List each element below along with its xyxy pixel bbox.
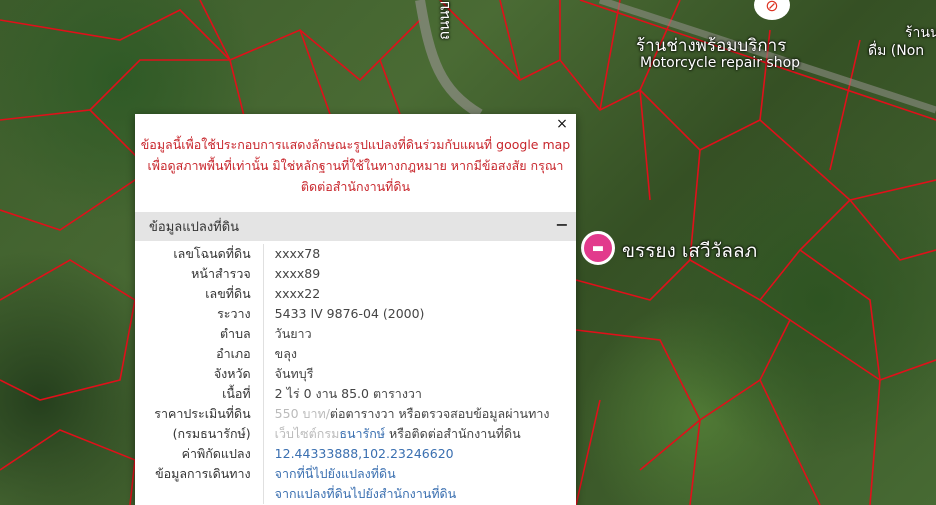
row-value: 550 บาท/ต่อตารางวา หรือตรวจสอบข้อมูลผ่าน… [262,404,576,424]
detail-row: จังหวัด จันทบุรี [135,364,576,384]
row-value: วันยาว [262,324,576,344]
road-label: ถนนบางคล้า [432,0,456,40]
treasury-link-faded[interactable]: เว็บไซต์กรม [275,426,340,441]
row-label: ราคาประเมินที่ดิน [154,406,251,421]
treasury-link-text[interactable]: ธนารักษ์ [339,426,385,441]
row-label: (กรมธนารักษ์) [172,426,251,441]
row-label: เนื้อที่ [222,386,251,401]
row-value: เว็บไซต์กรมธนารักษ์ หรือติดต่อสำนักงานที… [262,424,576,444]
detail-row: เนื้อที่ 2 ไร่ 0 งาน 85.0 ตารางวา [135,384,576,404]
row-value: จากแปลงที่ดินไปยังสำนักงานที่ดิน [262,484,576,504]
row-label: หน้าสำรวจ [191,266,251,281]
treasury-row: (กรมธนารักษ์) เว็บไซต์กรมธนารักษ์ หรือติ… [135,424,576,444]
row-value: xxxx78 [262,244,576,264]
coords-link[interactable]: 12.44333888,102.23246620 [275,446,454,461]
treasury-suffix: หรือติดต่อสำนักงานที่ดิน [385,426,521,441]
place-label[interactable]: ขรรยง เสวีวัลลภ [622,236,757,266]
detail-row: หน้าสำรวจ xxxx89 [135,264,576,284]
parcel-info-panel: × ข้อมูลนี้เพื่อใช้ประกอบการแสดงลักษณะรู… [135,114,576,505]
detail-row: เลขโฉนดที่ดิน xxxx78 [135,244,576,264]
row-label: เลขที่ดิน [205,286,251,301]
corner-label-english[interactable]: ดื่ม (Non [868,40,924,62]
row-label: ตำบล [219,326,251,341]
row-value: จากที่นี่ไปยังแปลงที่ดิน [262,464,576,484]
disclaimer-notice: ข้อมูลนี้เพื่อใช้ประกอบการแสดงลักษณะรูปแ… [140,137,571,194]
detail-row: เลขที่ดิน xxxx22 [135,284,576,304]
travel-row-2: จากแปลงที่ดินไปยังสำนักงานที่ดิน [135,484,576,504]
directions-to-parcel-link[interactable]: จากที่นี่ไปยังแปลงที่ดิน [275,466,396,481]
row-label-empty [135,484,263,504]
directions-to-office-link[interactable]: จากแปลงที่ดินไปยังสำนักงานที่ดิน [275,486,457,501]
detail-row: อำเภอ ขลุง [135,344,576,364]
price-value: ต่อตารางวา หรือตรวจสอบข้อมูลผ่านทาง [329,406,550,421]
close-icon[interactable]: × [554,115,570,133]
price-row: ราคาประเมินที่ดิน 550 บาท/ต่อตารางวา หรื… [135,404,576,424]
section-header[interactable]: ข้อมูลแปลงที่ดิน − [135,212,576,241]
detail-row: ระวาง 5433 IV 9876-04 (2000) [135,304,576,324]
detail-row: ตำบล วันยาว [135,324,576,344]
price-value-faded: 550 บาท/ [274,406,330,421]
travel-row: ข้อมูลการเดินทาง จากที่นี่ไปยังแปลงที่ดิ… [135,464,576,484]
row-value: จันทบุรี [262,364,576,384]
collapse-icon[interactable]: − [554,215,570,235]
section-title: ข้อมูลแปลงที่ดิน [149,220,240,235]
bed-icon[interactable]: ▬ [581,231,615,265]
coords-row: ค่าพิกัดแปลง 12.44333888,102.23246620 [135,444,576,464]
row-label: เลขโฉนดที่ดิน [173,246,251,261]
row-label: จังหวัด [213,366,251,381]
row-label: ค่าพิกัดแปลง [181,446,251,461]
row-value: 5433 IV 9876-04 (2000) [262,304,576,324]
treasury-link[interactable]: เว็บไซต์กรมธนารักษ์ [275,426,385,441]
row-label: อำเภอ [216,346,251,361]
row-label: ข้อมูลการเดินทาง [155,466,251,481]
row-value: xxxx89 [262,264,576,284]
row-value: ขลุง [262,344,576,364]
row-label: ระวาง [217,306,251,321]
row-value: 2 ไร่ 0 งาน 85.0 ตารางวา [262,384,576,404]
row-value: 12.44333888,102.23246620 [262,444,576,464]
parcel-details: เลขโฉนดที่ดิน xxxx78 หน้าสำรวจ xxxx89 เล… [135,244,576,504]
shop-label-english[interactable]: Motorcycle repair shop [640,55,800,71]
row-value: xxxx22 [262,284,576,304]
